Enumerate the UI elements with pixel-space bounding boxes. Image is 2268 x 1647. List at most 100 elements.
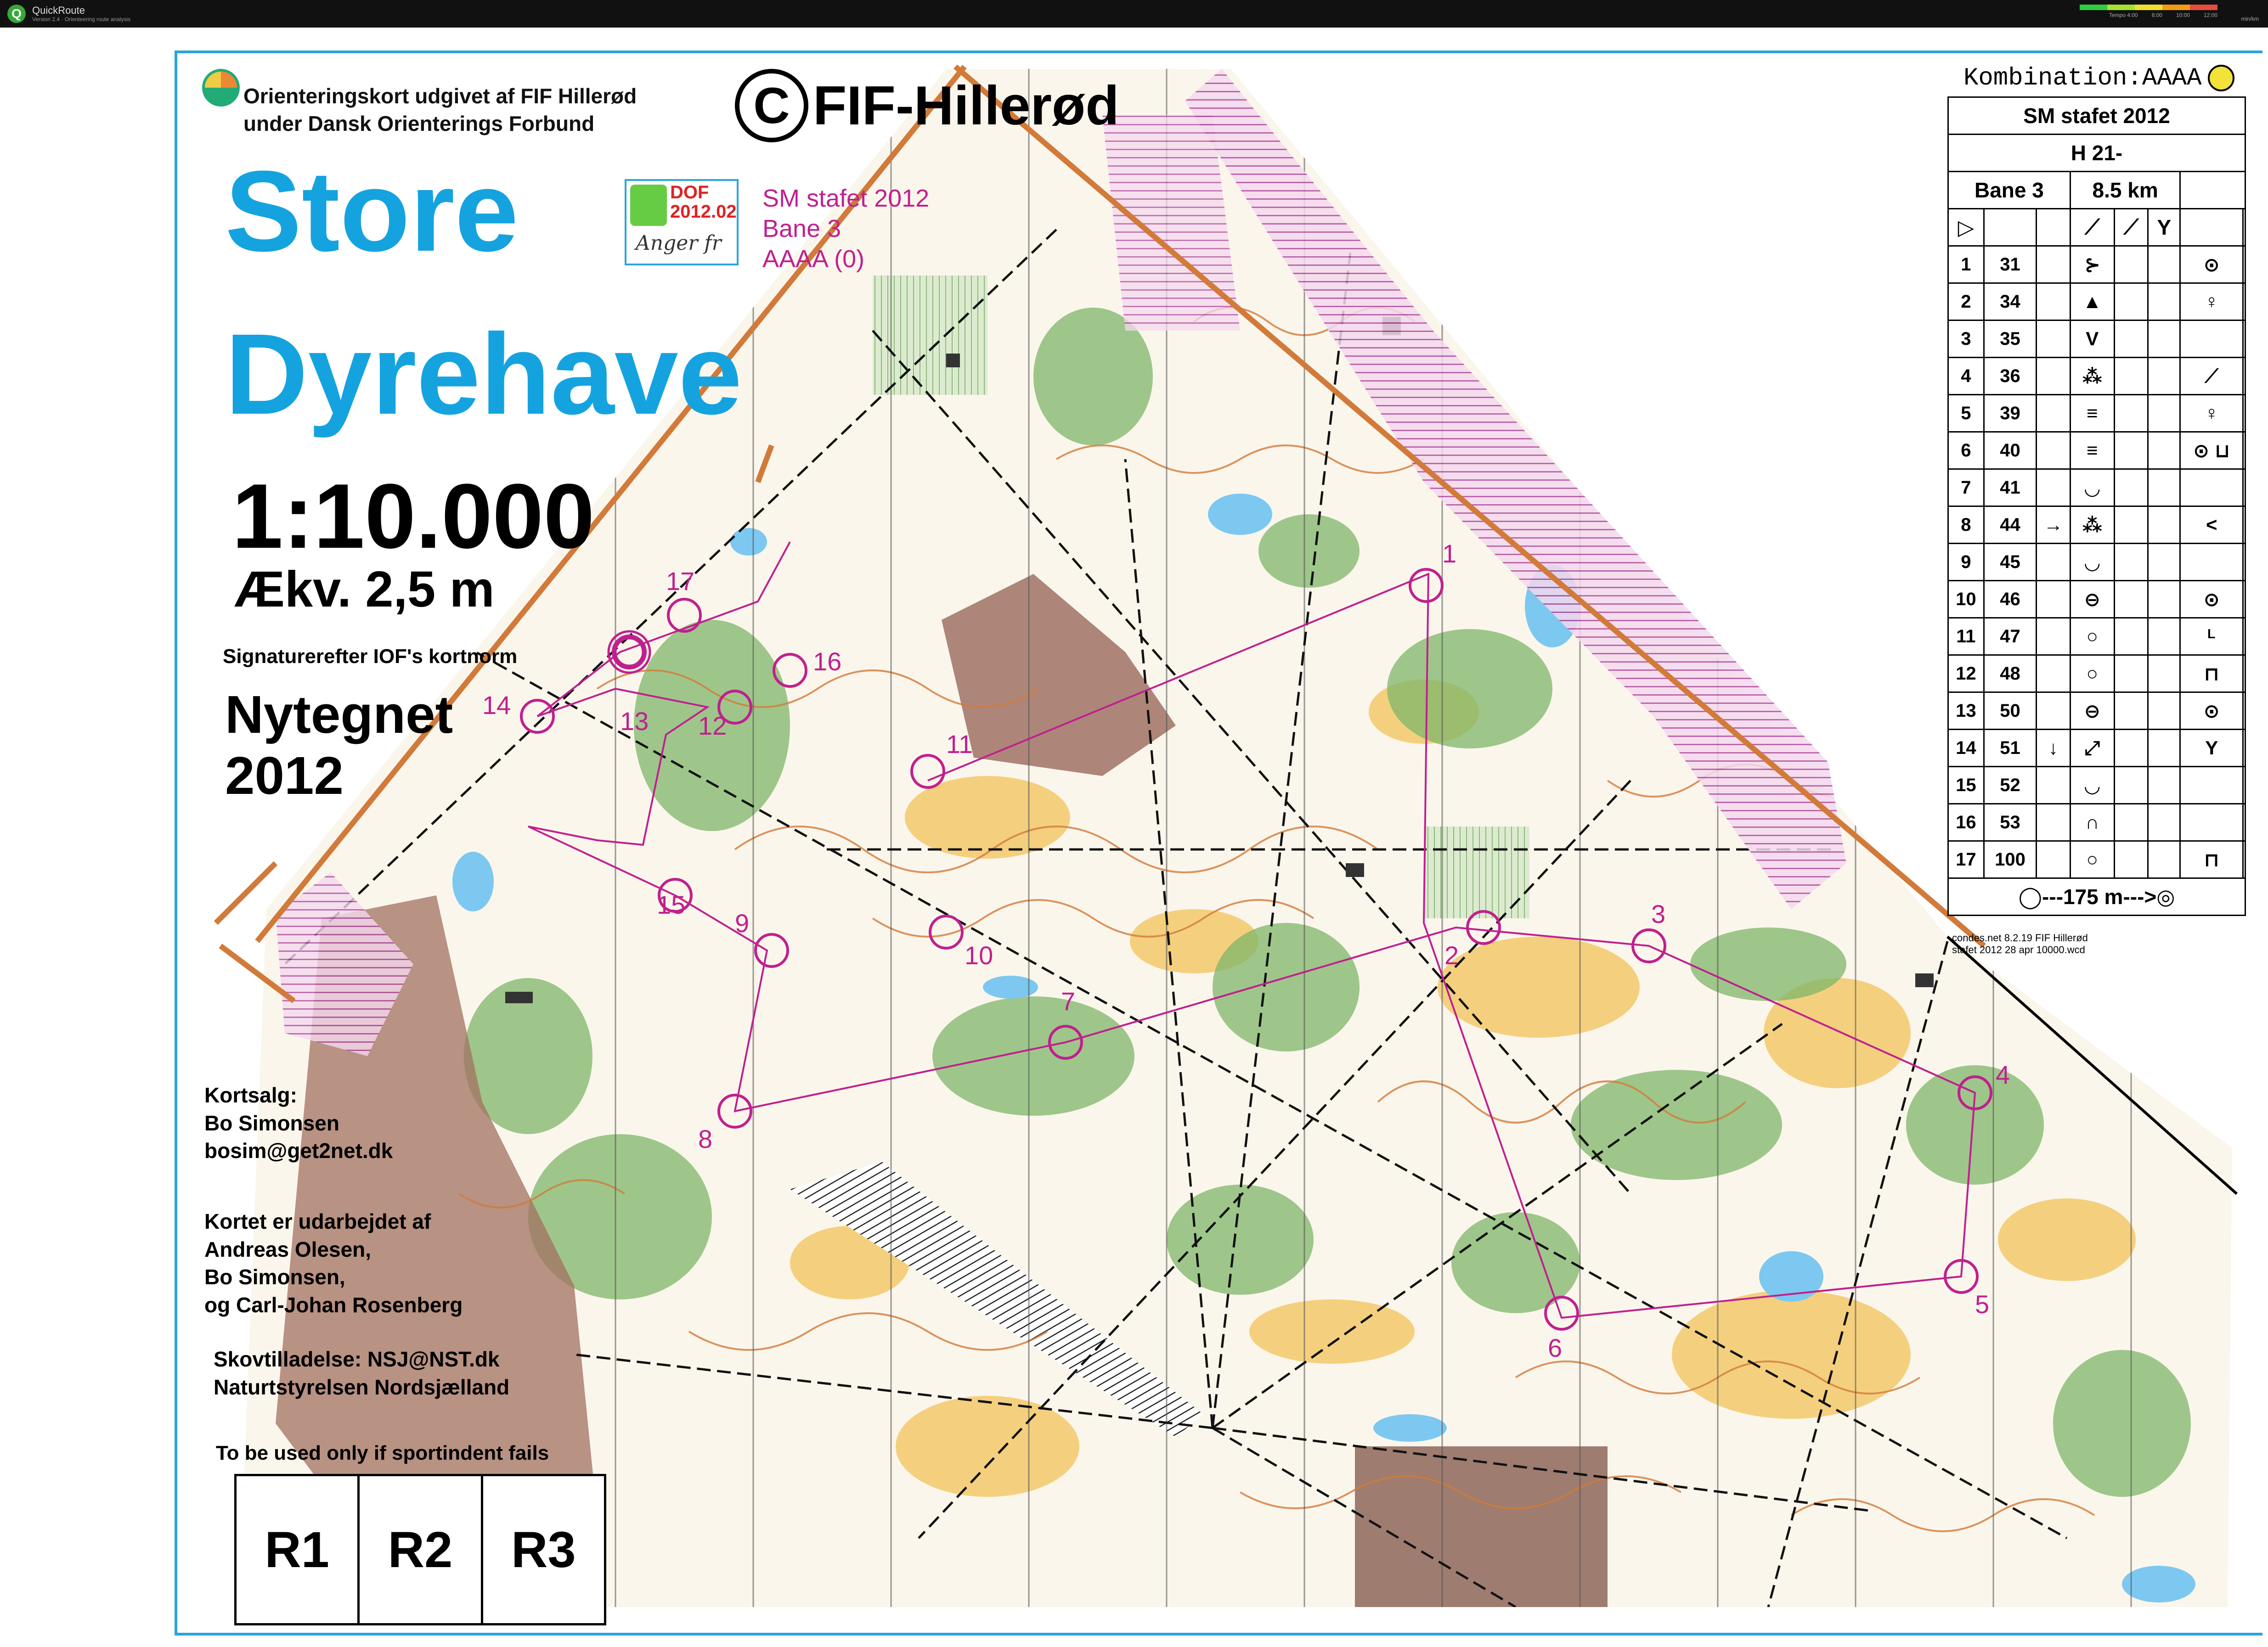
- desc-cell: [2147, 282, 2181, 321]
- control-code: 35: [1983, 320, 2037, 358]
- control-detail-icon: [2179, 803, 2244, 842]
- punch-box-r1: R1: [237, 1476, 360, 1623]
- dof-code-line: DOF: [670, 182, 709, 202]
- info-line: og Carl-Johan Rosenberg: [204, 1293, 463, 1317]
- control-row: 11 47 ○ ᴸ: [1947, 617, 2246, 656]
- desc-cell: [2242, 282, 2246, 321]
- desc-cell: [2113, 766, 2149, 804]
- control-seq: 10: [1947, 580, 1985, 618]
- control-direction: [2036, 580, 2071, 618]
- copyright-text: FIF-Hillerød: [813, 75, 1119, 136]
- finish-distance: ◯---175 m--->◎: [1947, 877, 2246, 916]
- desc-cell: [2147, 245, 2181, 284]
- desc-cell: [2113, 729, 2149, 767]
- control-row: 5 39 ≡ ♀: [1947, 394, 2246, 433]
- control-detail-icon: ⊙ ⊔: [2179, 431, 2244, 470]
- desc-cell: [2147, 691, 2181, 730]
- kombination-text: Kombination:AAAA: [1963, 64, 2202, 92]
- map-sales-info: Kortsalg: Bo Simonsen bosim@get2net.dk: [204, 1081, 393, 1165]
- desc-cell: [2147, 617, 2181, 656]
- control-number-label: 13: [620, 707, 649, 736]
- desc-cell: [1983, 208, 2037, 247]
- control-number-label: 10: [965, 941, 993, 970]
- control-detail-icon: <: [2179, 506, 2244, 544]
- control-seq: 12: [1947, 654, 1985, 693]
- control-feature-icon: V: [2069, 320, 2115, 358]
- desc-cell: [2242, 543, 2246, 581]
- control-direction: [2036, 691, 2071, 730]
- control-feature-icon: ▲: [2069, 282, 2115, 321]
- control-feature-icon: ⤢: [2069, 729, 2115, 767]
- forest-permit: Skovtilladelse: NSJ@NST.dk Naturtstyrels…: [214, 1345, 509, 1401]
- control-detail-icon: [2179, 468, 2244, 507]
- control-row: 15 52 ◡: [1947, 766, 2246, 804]
- control-seq: 11: [1947, 617, 1985, 656]
- control-number-label: 14: [482, 691, 511, 720]
- control-number-label: 7: [1061, 987, 1075, 1016]
- desc-cell: [2242, 803, 2246, 842]
- desc-course: Bane 3: [1947, 171, 2071, 209]
- control-direction: [2036, 245, 2071, 284]
- control-code: 52: [1983, 766, 2037, 804]
- desc-cell: [2113, 691, 2149, 730]
- desc-cell: [2147, 506, 2181, 544]
- control-seq: 13: [1947, 691, 1985, 730]
- control-seq: 2: [1947, 282, 1985, 321]
- control-seq: 6: [1947, 431, 1985, 470]
- control-code: 39: [1983, 394, 2037, 433]
- control-direction: [2036, 282, 2071, 321]
- desc-cell: [2113, 394, 2149, 433]
- control-number-label: 16: [813, 647, 841, 676]
- event-line: AAAA (0): [762, 245, 865, 273]
- control-row: 1 31 ⊱ ⊙: [1947, 245, 2246, 284]
- desc-cell: [2242, 766, 2246, 804]
- desc-cell: [2242, 691, 2246, 730]
- kombination-marker-icon: [2208, 64, 2235, 91]
- control-direction: [2036, 468, 2071, 507]
- control-feature-icon: ⊖: [2069, 691, 2115, 730]
- control-number-label: 3: [1651, 899, 1665, 928]
- desc-cell: [2242, 654, 2246, 693]
- desc-cell: [2147, 357, 2181, 395]
- event-line: SM stafet 2012: [762, 185, 930, 212]
- control-seq: 14: [1947, 729, 1985, 767]
- desc-cell: [2113, 580, 2149, 618]
- control-code: 34: [1983, 282, 2037, 321]
- control-feature-icon: ◡: [2069, 766, 2115, 804]
- redrawn-line: 2012: [225, 746, 344, 806]
- control-direction: [2036, 617, 2071, 656]
- copyright-icon: C: [735, 69, 808, 142]
- map-scale: 1:10.000: [232, 465, 595, 568]
- control-row: 6 40 ≡ ⊙ ⊔: [1947, 431, 2246, 470]
- control-number-label: 12: [698, 711, 727, 740]
- control-detail-icon: ᴸ: [2179, 617, 2244, 656]
- desc-cell: [2113, 245, 2149, 284]
- control-code: 47: [1983, 617, 2037, 656]
- control-detail-icon: ⊙: [2179, 580, 2244, 618]
- control-feature-icon: ◡: [2069, 543, 2115, 581]
- desc-cell: [2113, 543, 2149, 581]
- control-code: 40: [1983, 431, 2037, 470]
- control-direction: [2036, 840, 2071, 879]
- control-feature-icon: ○: [2069, 654, 2115, 693]
- desc-cell: [2113, 506, 2149, 544]
- control-number-label: 17: [666, 567, 694, 596]
- control-direction: [2036, 654, 2071, 693]
- desc-cell: [2242, 580, 2246, 618]
- control-seq: 9: [1947, 543, 1985, 581]
- control-row: 17 100 ○ ⊓: [1947, 840, 2246, 879]
- info-line: Kortsalg:: [204, 1083, 297, 1107]
- desc-cell: [2179, 208, 2244, 247]
- control-feature-icon: ○: [2069, 617, 2115, 656]
- control-detail-icon: ⊙: [2179, 691, 2244, 730]
- desc-cell: [2242, 431, 2246, 470]
- control-seq: 7: [1947, 468, 1985, 507]
- desc-cell: [2113, 617, 2149, 656]
- control-direction: [2036, 320, 2071, 358]
- desc-cell: [2113, 320, 2149, 358]
- info-line: Bo Simonsen,: [204, 1265, 345, 1289]
- info-line: Bo Simonsen: [204, 1111, 339, 1135]
- control-row: 12 48 ○ ⊓: [1947, 654, 2246, 693]
- control-code: 100: [1983, 840, 2037, 879]
- control-number-label: 6: [1548, 1333, 1562, 1362]
